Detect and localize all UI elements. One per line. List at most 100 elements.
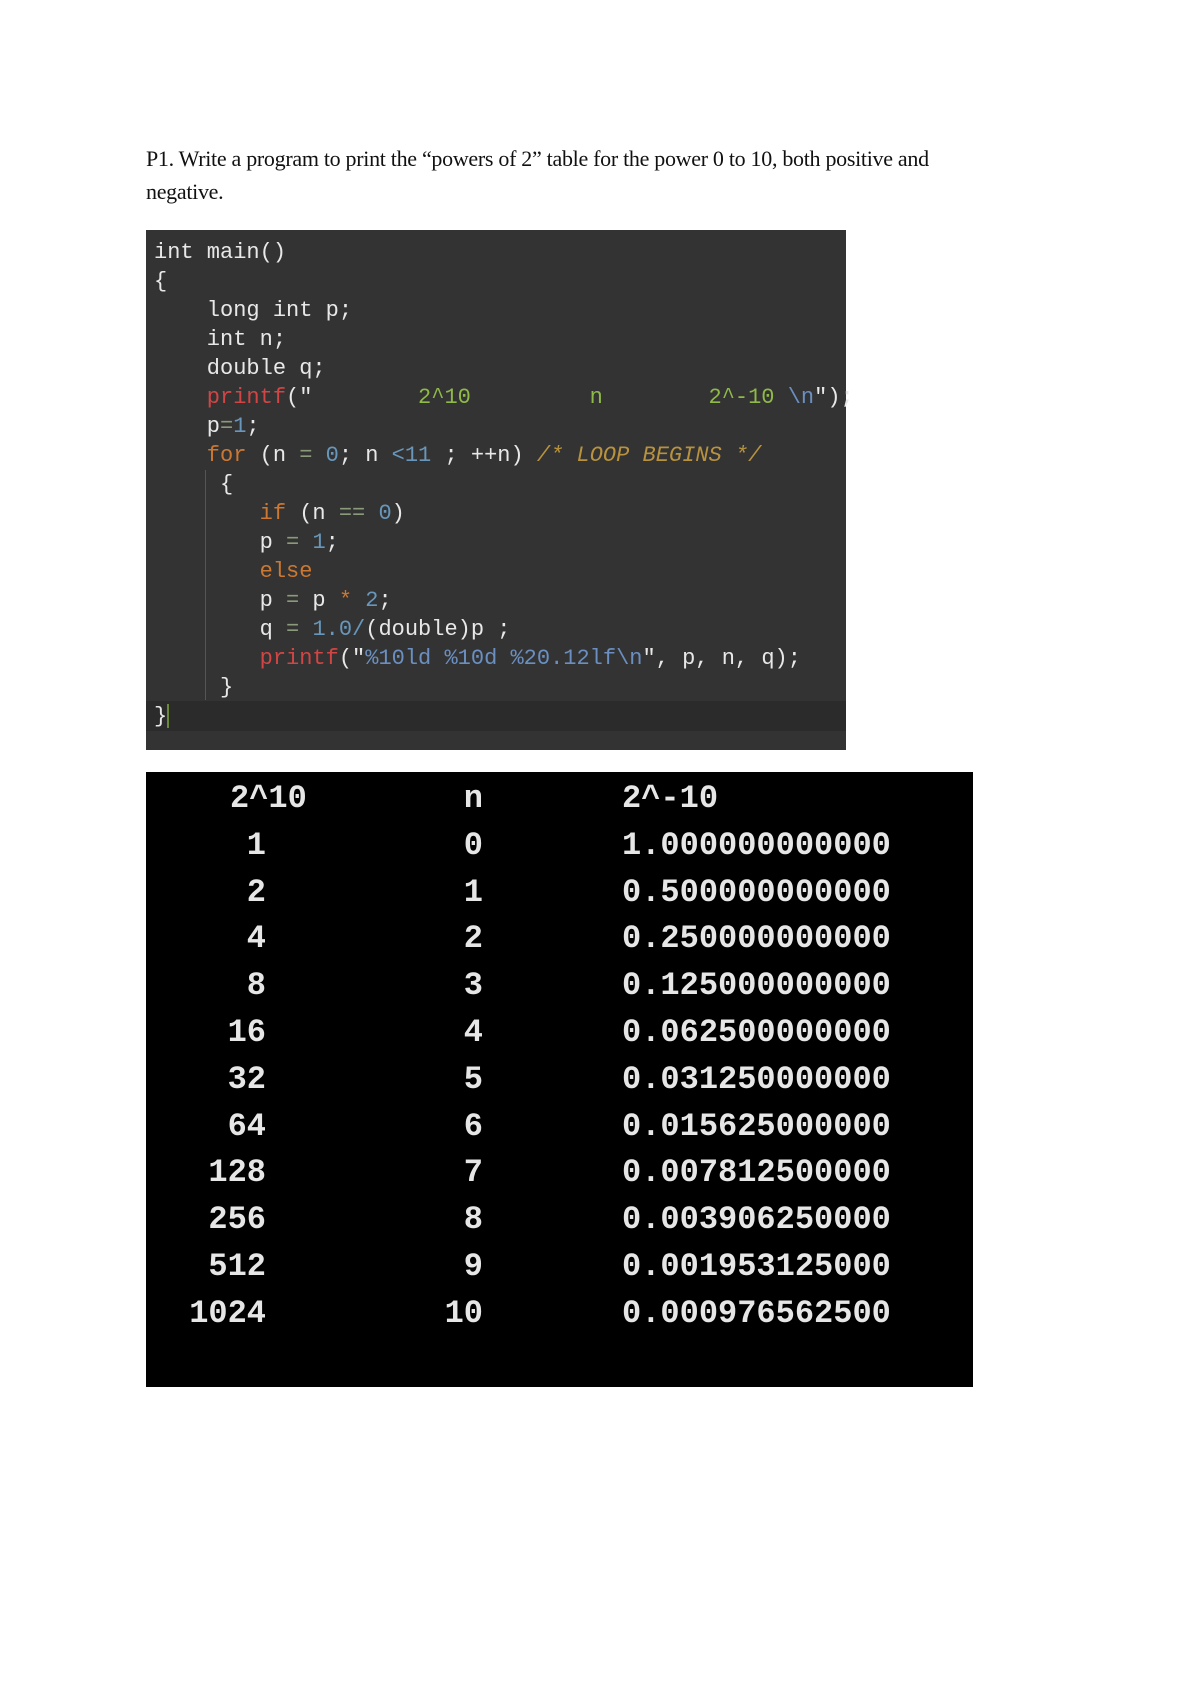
- code-token: /* LOOP BEGINS */: [536, 443, 762, 468]
- code-line: }: [154, 702, 167, 731]
- code-token: \n: [616, 646, 643, 671]
- output-row: 1 0 1.000000000000: [146, 827, 973, 874]
- code-token: {: [154, 472, 234, 497]
- header-power: 2^10: [230, 780, 307, 817]
- power-value: 128: [208, 1154, 266, 1192]
- code-token: {: [154, 269, 168, 294]
- code-token: p: [154, 530, 287, 555]
- n-value: 10: [444, 1294, 483, 1332]
- code-token: q: [154, 617, 287, 642]
- code-token: ;: [246, 414, 260, 439]
- n-value: 4: [463, 1014, 483, 1051]
- code-token: double q;: [154, 356, 326, 381]
- inverse-value: 0.007812500000: [622, 1154, 891, 1192]
- code-line: int n;: [154, 325, 286, 354]
- inverse-value: 0.001953125000: [622, 1248, 891, 1285]
- inverse-value: 0.015625000000: [622, 1107, 891, 1145]
- power-value: 256: [208, 1201, 266, 1239]
- code-token: p: [154, 588, 287, 613]
- code-token: (": [338, 646, 366, 671]
- inverse-value: 0.062500000000: [622, 1014, 891, 1051]
- inverse-value: 0.031250000000: [622, 1060, 891, 1098]
- power-value: 16: [227, 1014, 266, 1051]
- code-token: =: [299, 443, 313, 468]
- power-value: 4: [246, 920, 266, 958]
- n-value: 5: [463, 1060, 483, 1098]
- code-token: =: [286, 588, 300, 613]
- output-row: 8 3 0.125000000000: [146, 967, 973, 1014]
- code-token: ): [391, 501, 405, 526]
- document-page: P1. Write a program to print the “powers…: [0, 0, 1200, 1698]
- code-token: printf: [154, 385, 287, 410]
- code-line: printf(" 2^10 n 2^-10 \n");: [154, 383, 854, 412]
- code-token: 2: [365, 588, 379, 613]
- code-line: long int p;: [154, 296, 352, 325]
- n-value: 8: [463, 1201, 483, 1239]
- code-token: <11: [391, 443, 432, 468]
- code-line: p=1;: [154, 412, 260, 441]
- output-row: 16 4 0.062500000000: [146, 1014, 973, 1061]
- code-token: 1: [312, 530, 326, 555]
- code-token: else: [154, 559, 313, 584]
- code-token: ", p, n, q);: [642, 646, 801, 671]
- code-token: \n: [787, 385, 815, 410]
- code-line: if (n == 0): [154, 499, 405, 528]
- n-value: 0: [463, 826, 483, 864]
- inverse-value: 1.000000000000: [622, 826, 891, 864]
- code-token: printf: [154, 646, 339, 671]
- output-row: 1024 10 0.000976562500: [146, 1295, 973, 1342]
- code-line: {: [154, 267, 167, 296]
- output-row: 32 5 0.031250000000: [146, 1061, 973, 1108]
- code-line: }: [154, 673, 233, 702]
- n-value: 9: [463, 1248, 483, 1285]
- output-header-row: 2^10 n 2^-10: [146, 780, 973, 827]
- code-token: ==: [338, 501, 366, 526]
- power-value: 64: [227, 1107, 266, 1145]
- code-token: 2^10 n 2^-10: [312, 385, 788, 410]
- inverse-value: 0.003906250000: [622, 1201, 891, 1239]
- code-token: 1.0/: [312, 617, 366, 642]
- n-value: 3: [463, 967, 483, 1005]
- code-token: 0: [378, 501, 392, 526]
- output-row: 256 8 0.003906250000: [146, 1201, 973, 1248]
- code-token: 1: [233, 414, 247, 439]
- n-value: 2: [463, 920, 483, 958]
- code-token: p: [299, 588, 339, 613]
- power-value: 32: [227, 1060, 266, 1098]
- header-n: n: [463, 780, 483, 817]
- code-token: ");: [814, 385, 854, 410]
- code-token: }: [154, 675, 234, 700]
- n-value: 1: [463, 873, 483, 911]
- code-line: double q;: [154, 354, 326, 383]
- code-line: p = p * 2;: [154, 586, 392, 615]
- text-cursor: [167, 704, 169, 728]
- output-row: 128 7 0.007812500000: [146, 1154, 973, 1201]
- code-token: *: [338, 588, 353, 613]
- code-line: for (n = 0; n <11 ; ++n) /* LOOP BEGINS …: [154, 441, 762, 470]
- code-token: p: [154, 414, 221, 439]
- output-row: 4 2 0.250000000000: [146, 920, 973, 967]
- code-token: =: [220, 414, 234, 439]
- n-value: 7: [463, 1154, 483, 1192]
- header-inverse: 2^-10: [622, 780, 719, 817]
- n-value: 6: [463, 1107, 483, 1145]
- power-value: 1024: [189, 1294, 266, 1332]
- code-token: ;: [378, 588, 392, 613]
- code-token: (double)p ;: [365, 617, 511, 642]
- output-row: 2 1 0.500000000000: [146, 874, 973, 921]
- code-token: }: [154, 704, 168, 729]
- code-line: else: [154, 557, 313, 586]
- console-output-screenshot: 2^10 n 2^-10 1 0 1.000000000000 2 1 0.5000000…: [146, 772, 973, 1387]
- code-line: printf("%10ld %10d %20.12lf\n", p, n, q)…: [154, 644, 801, 673]
- code-line: int main(): [154, 238, 286, 267]
- code-token: %10ld %10d %20.12lf: [365, 646, 617, 671]
- question-text-line2: negative.: [146, 179, 224, 204]
- code-token: long int p;: [154, 298, 353, 323]
- code-token: if: [154, 501, 287, 526]
- code-token: int main(): [154, 240, 287, 265]
- inverse-value: 0.500000000000: [622, 873, 891, 911]
